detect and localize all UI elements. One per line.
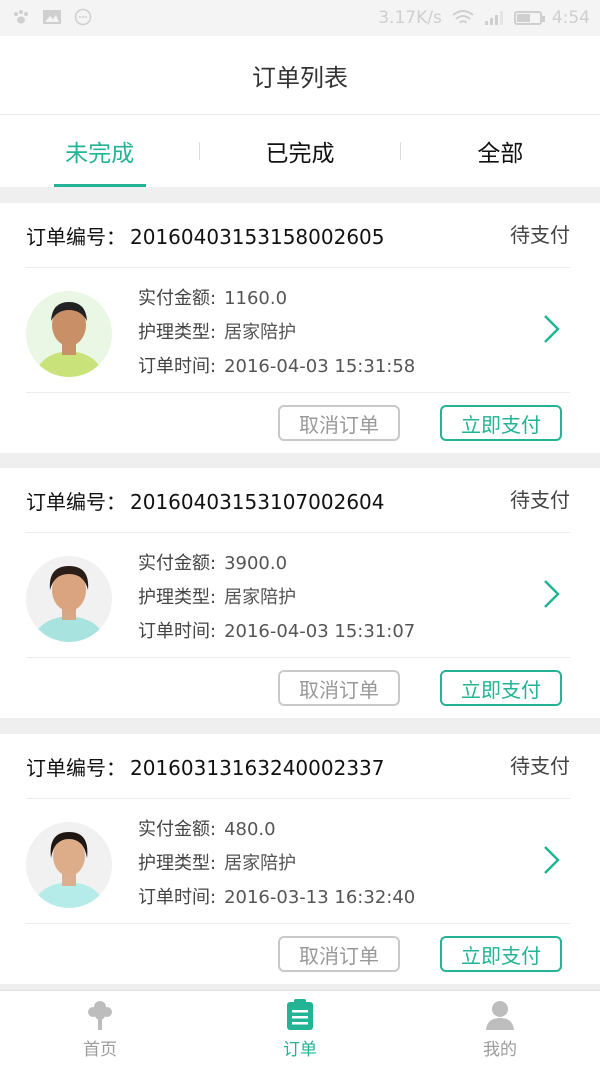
tab-incomplete[interactable]: 未完成 (0, 115, 199, 187)
order-time-value: 2016-03-13 16:32:40 (224, 887, 416, 908)
order-header: 订单编号： 20160403153107002604 待支付 (26, 468, 570, 533)
care-type-label: 护理类型: (138, 587, 217, 608)
amount-value: 3900.0 (224, 553, 288, 574)
person-icon (486, 1001, 514, 1030)
care-type-value: 居家陪护 (224, 587, 297, 608)
order-number-label: 订单编号： (26, 756, 126, 780)
order-status: 待支付 (510, 488, 570, 512)
nav-mine[interactable]: 我的 (400, 991, 600, 1068)
tree-icon (88, 1001, 112, 1030)
battery-icon (513, 11, 545, 25)
caregiver-avatar (26, 291, 112, 377)
circle-dots-icon (74, 8, 92, 26)
order-header: 订单编号： 20160403153158002605 待支付 (26, 203, 570, 268)
chevron-right-icon[interactable] (540, 577, 562, 611)
amount-value: 480.0 (224, 819, 276, 840)
order-time-value: 2016-04-03 15:31:58 (224, 356, 416, 377)
order-detail-row[interactable]: 实付金额: 480.0 护理类型: 居家陪护 订单时间: 2016-03-13 16:… (26, 799, 570, 924)
nav-mine-label: 我的 (483, 1040, 517, 1060)
image-icon (43, 10, 61, 24)
order-detail-row[interactable]: 实付金额: 3900.0 护理类型: 居家陪护 订单时间: 2016-04-03 15… (26, 533, 570, 658)
order-actions: 取消订单 立即支付 (0, 658, 600, 718)
order-number: 订单编号： 20160403153158002605 (26, 221, 385, 250)
pay-now-button[interactable]: 立即支付 (440, 936, 562, 972)
order-actions: 取消订单 立即支付 (0, 393, 600, 453)
cancel-order-button[interactable]: 取消订单 (278, 936, 400, 972)
order-time-value: 2016-04-03 15:31:07 (224, 621, 416, 642)
order-tabs: 未完成 已完成 全部 (0, 115, 600, 187)
care-type-value: 居家陪护 (224, 853, 297, 874)
order-card: 订单编号： 20160403153158002605 待支付 实付金额: 1160.… (0, 203, 600, 453)
order-number-value: 20160313163240002337 (130, 756, 385, 780)
amount-value: 1160.0 (224, 288, 288, 309)
order-status: 待支付 (510, 754, 570, 778)
bottom-nav: 首页 订单 我的 (0, 990, 600, 1068)
order-info: 实付金额: 3900.0 护理类型: 居家陪护 订单时间: 2016-04-03 15… (138, 547, 415, 649)
caregiver-avatar (26, 556, 112, 642)
order-number-label: 订单编号： (26, 490, 126, 514)
nav-home[interactable]: 首页 (0, 991, 200, 1068)
order-time-label: 订单时间: (138, 356, 217, 377)
pay-now-button[interactable]: 立即支付 (440, 405, 562, 441)
pay-now-button[interactable]: 立即支付 (440, 670, 562, 706)
nav-orders-label: 订单 (283, 1040, 317, 1060)
caregiver-avatar (26, 822, 112, 908)
order-actions: 取消订单 立即支付 (0, 924, 600, 984)
order-card: 订单编号： 20160313163240002337 待支付 实付金额: 480.0… (0, 734, 600, 984)
order-number-label: 订单编号： (26, 225, 126, 249)
status-bar: 3.17K/s 4:54 (0, 0, 600, 36)
order-number: 订单编号： 20160313163240002337 (26, 752, 385, 781)
nav-orders[interactable]: 订单 (200, 991, 400, 1068)
care-type-label: 护理类型: (138, 322, 217, 343)
tab-all[interactable]: 全部 (401, 115, 600, 187)
wifi-icon (452, 10, 474, 24)
order-header: 订单编号： 20160313163240002337 待支付 (26, 734, 570, 799)
tab-completed[interactable]: 已完成 (200, 115, 399, 187)
amount-label: 实付金额: (138, 819, 217, 840)
order-time-label: 订单时间: (138, 621, 217, 642)
net-speed: 3.17K/s (378, 8, 442, 28)
page-title: 订单列表 (0, 36, 600, 115)
amount-label: 实付金额: (138, 288, 217, 309)
order-detail-row[interactable]: 实付金额: 1160.0 护理类型: 居家陪护 订单时间: 2016-04-03 15… (26, 268, 570, 393)
order-number-value: 20160403153107002604 (130, 490, 385, 514)
care-type-value: 居家陪护 (224, 322, 297, 343)
clipboard-icon (287, 999, 313, 1030)
paw-icon (14, 10, 28, 24)
chevron-right-icon[interactable] (540, 843, 562, 877)
chevron-right-icon[interactable] (540, 312, 562, 346)
signal-icon (484, 11, 503, 25)
order-number-value: 20160403153158002605 (130, 225, 385, 249)
order-card: 订单编号： 20160403153107002604 待支付 实付金额: 3900.… (0, 468, 600, 718)
order-number: 订单编号： 20160403153107002604 (26, 486, 385, 515)
order-status: 待支付 (510, 223, 570, 247)
amount-label: 实付金额: (138, 553, 217, 574)
cancel-order-button[interactable]: 取消订单 (278, 670, 400, 706)
order-info: 实付金额: 1160.0 护理类型: 居家陪护 订单时间: 2016-04-03 15… (138, 282, 415, 384)
cancel-order-button[interactable]: 取消订单 (278, 405, 400, 441)
order-info: 实付金额: 480.0 护理类型: 居家陪护 订单时间: 2016-03-13 16:… (138, 813, 415, 915)
nav-home-label: 首页 (83, 1040, 117, 1060)
clock: 4:54 (551, 8, 590, 28)
care-type-label: 护理类型: (138, 853, 217, 874)
order-time-label: 订单时间: (138, 887, 217, 908)
